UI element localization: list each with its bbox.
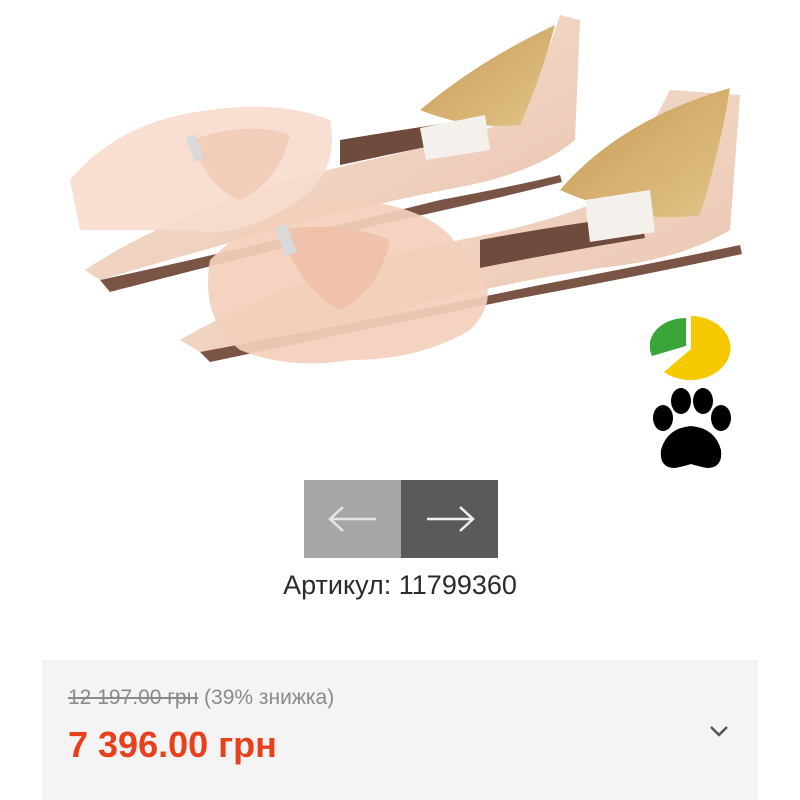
- gallery-next-button[interactable]: [401, 480, 498, 558]
- old-price: 12 197.00 грн: [68, 686, 199, 709]
- arrow-left-icon: [327, 506, 376, 532]
- price-panel: 12 197.00 грн (39% знижка) 7 396.00 грн: [42, 660, 758, 800]
- article-number: Артикул: 11799360: [0, 570, 800, 601]
- old-price-row: 12 197.00 грн (39% знижка): [68, 686, 334, 710]
- paw-icon: [645, 388, 737, 472]
- gallery-nav: [304, 480, 498, 558]
- article-value: 11799360: [398, 570, 517, 600]
- discount-label: (39% знижка): [204, 686, 335, 709]
- gallery-prev-button[interactable]: [304, 480, 401, 558]
- arrow-right-icon: [426, 506, 475, 532]
- chevron-down-icon[interactable]: [706, 718, 732, 744]
- current-price: 7 396.00 грн: [68, 724, 277, 765]
- article-label: Артикул:: [283, 570, 392, 600]
- pie-chart-icon: [649, 316, 732, 382]
